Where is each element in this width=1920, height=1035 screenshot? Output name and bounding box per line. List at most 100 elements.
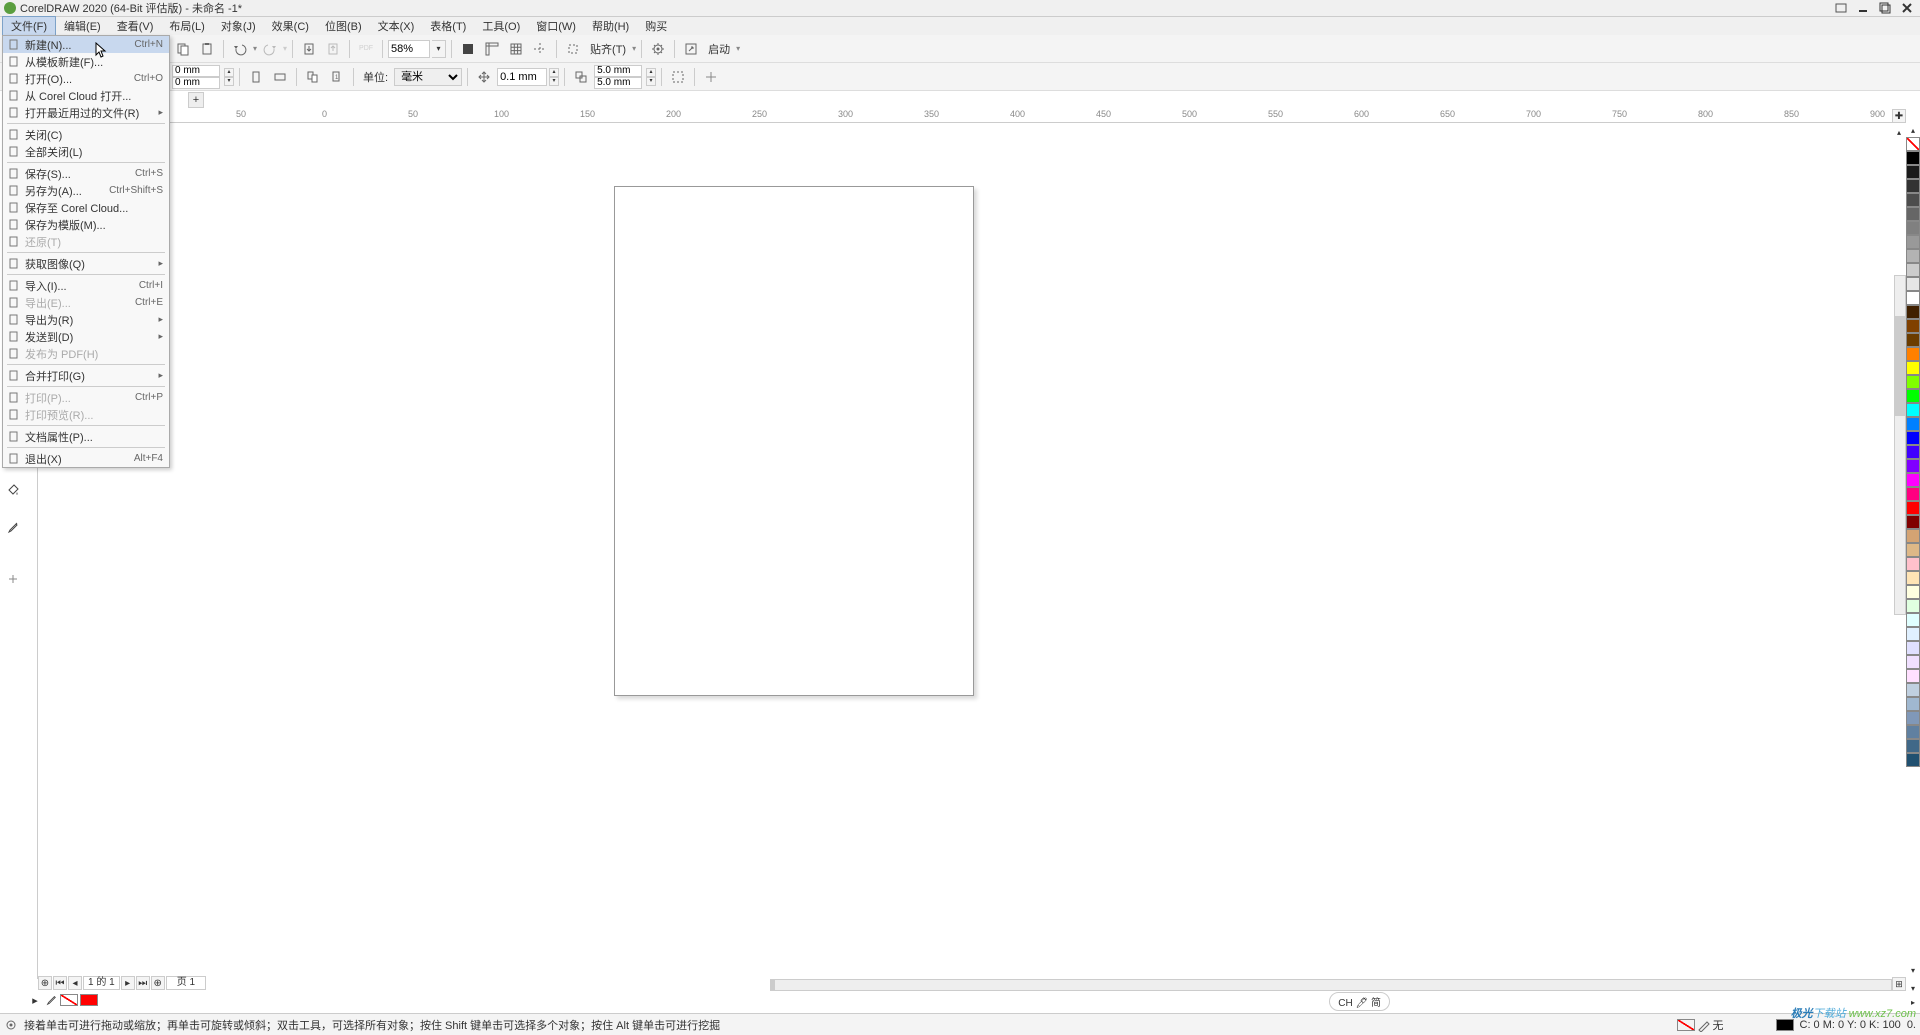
eyedropper-tool-button[interactable]: [4, 518, 22, 536]
recent-menu-item[interactable]: 打开最近用过的文件(R)▸: [3, 104, 169, 121]
palette-swatch-nocolor[interactable]: [60, 994, 78, 1006]
color-swatch[interactable]: [1906, 459, 1920, 473]
page-add-right-button[interactable]: ⊕: [151, 976, 165, 990]
page-next-button[interactable]: ▸: [121, 976, 135, 990]
outline-pen-icon[interactable]: [1697, 1018, 1711, 1032]
eyedropper-palette-button[interactable]: [44, 993, 58, 1007]
color-swatch[interactable]: [1906, 571, 1920, 585]
menu-item-8[interactable]: 表格(T): [422, 17, 474, 35]
spinner-up[interactable]: ▴: [646, 68, 656, 77]
page-tab[interactable]: 页 1: [166, 976, 206, 990]
snap-off-button[interactable]: [562, 38, 584, 60]
color-swatch[interactable]: [1906, 613, 1920, 627]
exportas-menu-item[interactable]: 导出为(R)▸: [3, 311, 169, 328]
ime-indicator[interactable]: CH 🖊 简: [1329, 992, 1390, 1011]
savecloud-menu-item[interactable]: 保存至 Corel Cloud...: [3, 199, 169, 216]
units-select[interactable]: 毫米: [394, 68, 462, 86]
saveas-menu-item[interactable]: 另存为(A)...Ctrl+Shift+S: [3, 182, 169, 199]
color-swatch[interactable]: [1906, 739, 1920, 753]
spinner-down[interactable]: ▾: [646, 77, 656, 86]
color-swatch[interactable]: [1906, 445, 1920, 459]
color-swatch[interactable]: [1906, 417, 1920, 431]
redo-button[interactable]: [259, 38, 281, 60]
menu-item-6[interactable]: 位图(B): [317, 17, 370, 35]
closeall-menu-item[interactable]: 全部关闭(L): [3, 143, 169, 160]
cloud-open-menu-item[interactable]: 从 Corel Cloud 打开...: [3, 87, 169, 104]
scrollbar-thumb[interactable]: [1895, 316, 1905, 416]
color-swatch[interactable]: [1906, 543, 1920, 557]
menu-item-9[interactable]: 工具(O): [474, 17, 528, 35]
export-button[interactable]: [322, 38, 344, 60]
zoom-input[interactable]: [388, 40, 430, 58]
palette-scroll-up[interactable]: ▴: [1906, 123, 1920, 137]
exit-menu-item[interactable]: 退出(X)Alt+F4: [3, 450, 169, 467]
add-tab-button[interactable]: +: [188, 92, 204, 108]
maximize-button[interactable]: [1876, 1, 1894, 15]
ruler-scroll-up[interactable]: ▴: [1892, 125, 1906, 139]
color-swatch[interactable]: [1906, 221, 1920, 235]
page-height-input[interactable]: [172, 77, 220, 89]
page-prev-button[interactable]: ◂: [68, 976, 82, 990]
color-swatch[interactable]: [1906, 305, 1920, 319]
menu-item-12[interactable]: 购买: [637, 17, 675, 35]
current-page-button[interactable]: 1: [326, 66, 348, 88]
color-swatch[interactable]: [1906, 501, 1920, 515]
import-button[interactable]: [298, 38, 320, 60]
portrait-button[interactable]: [245, 66, 267, 88]
color-swatch[interactable]: [1906, 277, 1920, 291]
color-swatch[interactable]: [1906, 557, 1920, 571]
palette-scroll-down[interactable]: ▾: [1906, 981, 1920, 995]
palette-flyout-left[interactable]: ▸: [28, 993, 42, 1007]
color-swatch[interactable]: [1906, 375, 1920, 389]
color-swatch[interactable]: [1906, 319, 1920, 333]
page-first-button[interactable]: ⏮: [53, 976, 67, 990]
canvas[interactable]: [38, 123, 1892, 979]
color-swatch[interactable]: [1906, 487, 1920, 501]
color-swatch[interactable]: [1906, 753, 1920, 767]
template-menu-item[interactable]: 从模板新建(F)...: [3, 53, 169, 70]
spinner-up[interactable]: ▴: [224, 68, 234, 77]
import-menu-item[interactable]: 导入(I)...Ctrl+I: [3, 277, 169, 294]
sendto-menu-item[interactable]: 发送到(D)▸: [3, 328, 169, 345]
color-swatch[interactable]: [1906, 431, 1920, 445]
publish-pdf-button[interactable]: PDF: [355, 38, 377, 60]
spinner-down[interactable]: ▾: [224, 77, 234, 86]
color-swatch[interactable]: [1906, 347, 1920, 361]
menu-item-4[interactable]: 对象(J): [213, 17, 264, 35]
color-swatch[interactable]: [1906, 165, 1920, 179]
color-swatch[interactable]: [1906, 403, 1920, 417]
save-menu-item[interactable]: 保存(S)...Ctrl+S: [3, 165, 169, 182]
acquire-menu-item[interactable]: 获取图像(Q)▸: [3, 255, 169, 272]
fullscreen-button[interactable]: [457, 38, 479, 60]
paste-button[interactable]: [196, 38, 218, 60]
menu-item-5[interactable]: 效果(C): [264, 17, 317, 35]
close-menu-item[interactable]: 关闭(C): [3, 126, 169, 143]
color-swatch[interactable]: [1906, 711, 1920, 725]
horizontal-ruler[interactable]: 2001501005005010015020025030035040045050…: [38, 109, 1892, 123]
treat-as-filled-button[interactable]: [667, 66, 689, 88]
spinner-up[interactable]: ▴: [549, 68, 559, 77]
savetpl-menu-item[interactable]: 保存为模版(M)...: [3, 216, 169, 233]
color-swatch[interactable]: [1906, 361, 1920, 375]
spinner-down[interactable]: ▾: [549, 77, 559, 86]
color-swatch[interactable]: [1906, 669, 1920, 683]
page-width-input[interactable]: [172, 65, 220, 77]
color-swatch[interactable]: [1906, 263, 1920, 277]
color-swatch[interactable]: [1906, 683, 1920, 697]
vertical-scrollbar[interactable]: [1894, 275, 1906, 615]
options-button[interactable]: [647, 38, 669, 60]
color-swatch[interactable]: [1906, 585, 1920, 599]
landscape-button[interactable]: [269, 66, 291, 88]
fill-tool-button[interactable]: [4, 480, 22, 498]
horizontal-scrollbar[interactable]: [770, 979, 1892, 991]
menu-item-3[interactable]: 布局(L): [161, 17, 212, 35]
color-swatch[interactable]: [1906, 193, 1920, 207]
color-swatch[interactable]: [1906, 137, 1920, 151]
gear-icon[interactable]: [4, 1018, 18, 1032]
color-swatch[interactable]: [1906, 599, 1920, 613]
color-swatch[interactable]: [1906, 515, 1920, 529]
float-icon[interactable]: [1832, 1, 1850, 15]
color-swatch[interactable]: [1906, 291, 1920, 305]
color-swatch[interactable]: [1906, 655, 1920, 669]
dup-x-input[interactable]: [594, 65, 642, 77]
